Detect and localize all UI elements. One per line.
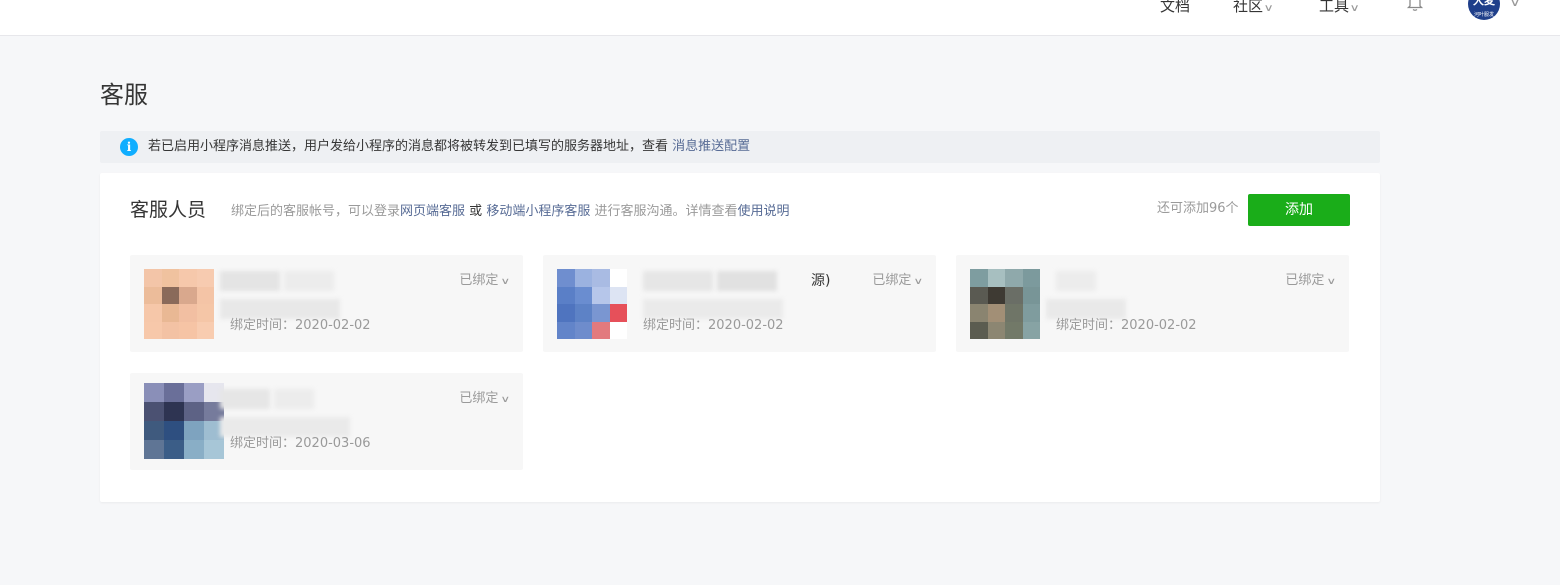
top-navbar: 文档 社区∨ 工具∨ 大麦 河叶服发 ∨ <box>0 0 1560 36</box>
bind-status-label: 已绑定 <box>459 391 499 406</box>
desc-or: 或 <box>469 204 483 219</box>
avatar-text: 大麦 <box>1473 0 1495 7</box>
desc-prefix: 绑定后的客服帐号，可以登录 <box>231 204 401 219</box>
chevron-down-icon: ∨ <box>500 395 511 405</box>
bind-status-label: 已绑定 <box>459 273 499 288</box>
panel-description: 绑定后的客服帐号，可以登录网页端客服 或 移动端小程序客服 进行客服沟通。详情查… <box>231 203 790 221</box>
add-button[interactable]: 添加 <box>1248 194 1350 226</box>
agent-avatar <box>144 269 214 339</box>
agent-avatar <box>557 269 627 339</box>
desc-middle: 进行客服沟通。详情查看 <box>594 204 738 219</box>
bind-status-dropdown[interactable]: 已绑定 ∨ <box>459 390 511 409</box>
bind-status-label: 已绑定 <box>1285 273 1325 288</box>
bind-time: 绑定时间：2020-02-02 <box>1056 318 1197 333</box>
bind-status-dropdown[interactable]: 已绑定 ∨ <box>459 272 511 291</box>
user-avatar[interactable]: 大麦 河叶服发 <box>1468 0 1500 20</box>
agent-card: 源) 已绑定 ∨ 绑定时间：2020-02-02 <box>543 255 936 352</box>
agent-card: 已绑定 ∨ 绑定时间：2020-02-02 <box>130 255 523 352</box>
panel-title: 客服人员 <box>130 199 207 221</box>
bell-icon[interactable] <box>1406 0 1424 12</box>
chevron-down-icon: ∨ <box>1349 3 1360 14</box>
chevron-down-icon: ∨ <box>500 277 511 287</box>
notice-text: 若已启用小程序消息推送，用户发给小程序的消息都将被转发到已填写的服务器地址，查看 <box>148 139 669 154</box>
agent-name: 源) <box>811 273 831 289</box>
agent-avatar <box>144 383 224 459</box>
push-config-link[interactable]: 消息推送配置 <box>672 139 750 154</box>
bind-status-dropdown[interactable]: 已绑定 ∨ <box>1285 272 1337 291</box>
bind-time: 绑定时间：2020-02-02 <box>230 318 371 333</box>
remaining-count: 还可添加96个 <box>1157 201 1239 216</box>
mobile-service-link[interactable]: 移动端小程序客服 <box>486 204 590 219</box>
bind-status-label: 已绑定 <box>872 273 912 288</box>
agent-avatar <box>970 269 1040 339</box>
web-service-link[interactable]: 网页端客服 <box>400 204 465 219</box>
agent-name-redacted <box>220 271 420 319</box>
avatar-subtext: 河叶服发 <box>1473 12 1494 18</box>
nav-docs[interactable]: 文档 <box>1160 0 1190 16</box>
chevron-down-icon: ∨ <box>913 277 924 287</box>
bind-time: 绑定时间：2020-03-06 <box>230 436 371 451</box>
agent-name-redacted <box>1046 271 1246 319</box>
nav-tools-label: 工具 <box>1319 0 1350 15</box>
customer-service-panel: 客服人员 绑定后的客服帐号，可以登录网页端客服 或 移动端小程序客服 进行客服沟… <box>100 173 1380 502</box>
help-link[interactable]: 使用说明 <box>738 204 790 219</box>
chevron-down-icon[interactable]: ∨ <box>1509 0 1520 9</box>
notice-bar: i 若已启用小程序消息推送，用户发给小程序的消息都将被转发到已填写的服务器地址，… <box>100 131 1380 163</box>
nav-tools[interactable]: 工具∨ <box>1319 0 1360 19</box>
info-icon: i <box>120 138 138 156</box>
bind-status-dropdown[interactable]: 已绑定 ∨ <box>872 272 924 291</box>
chevron-down-icon: ∨ <box>1263 3 1274 14</box>
agent-name-redacted <box>220 389 420 437</box>
page-title: 客服 <box>100 81 148 109</box>
chevron-down-icon: ∨ <box>1326 277 1337 287</box>
agent-name-redacted <box>633 271 833 319</box>
nav-community[interactable]: 社区∨ <box>1233 0 1274 19</box>
agent-card: 已绑定 ∨ 绑定时间：2020-02-02 <box>956 255 1349 352</box>
nav-community-label: 社区 <box>1233 0 1264 15</box>
agent-card: 已绑定 ∨ 绑定时间：2020-03-06 <box>130 373 523 470</box>
bind-time: 绑定时间：2020-02-02 <box>643 318 784 333</box>
